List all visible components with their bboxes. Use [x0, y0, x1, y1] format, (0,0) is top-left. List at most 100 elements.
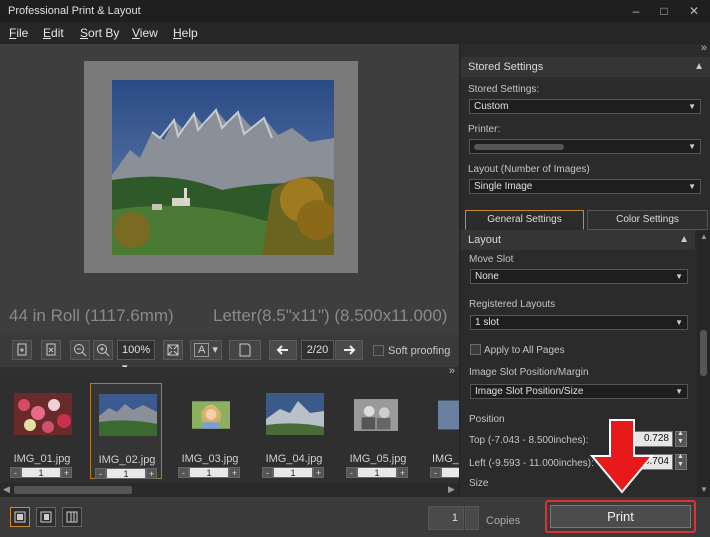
thumbnail-name: IMG_03.jpg	[181, 453, 239, 465]
count-value[interactable]: 1	[273, 467, 313, 478]
split-view-icon	[40, 511, 52, 523]
stored-settings-dropdown[interactable]: Custom ▼	[469, 99, 701, 114]
scrollbar-thumb[interactable]	[700, 330, 707, 376]
decrement-button[interactable]: -	[95, 468, 106, 479]
thumbnail-name: IMG_0	[432, 453, 459, 465]
menu-bar: File Edit Sort By View Help	[0, 22, 710, 44]
settings-panel: » Stored Settings ▲ Stored Settings: Cust…	[459, 42, 710, 497]
decrement-button[interactable]: -	[10, 467, 21, 478]
maximize-button[interactable]: □	[656, 3, 672, 19]
count-value[interactable]: 1	[441, 467, 459, 478]
minimize-button[interactable]: –	[628, 3, 644, 19]
move-slot-dropdown[interactable]: None ▼	[470, 269, 688, 284]
menu-help[interactable]: Help	[173, 26, 198, 40]
layout-section-header[interactable]: Layout ▲	[461, 230, 695, 250]
thumbnail-item[interactable]: IMG_04.jpg - 1 +	[258, 383, 330, 479]
copy-counter: - 1	[430, 467, 459, 478]
printer-dropdown[interactable]: ▼	[469, 139, 701, 154]
delete-page-icon[interactable]	[41, 340, 61, 360]
print-button-highlight: Print	[545, 500, 696, 533]
split-view-button[interactable]	[36, 507, 56, 527]
thumbnail-item-selected[interactable]: IMG_02.jpg - 1 +	[90, 383, 162, 479]
zoom-in-icon[interactable]	[93, 340, 113, 360]
thumbnail-strip-header: »	[0, 365, 459, 379]
stored-settings-header[interactable]: Stored Settings ▲	[461, 57, 710, 77]
menu-view[interactable]: View	[132, 26, 158, 40]
print-button[interactable]: Print	[550, 505, 691, 528]
text-tool-dropdown[interactable]: A ▾	[190, 340, 222, 360]
settings-scrollbar[interactable]: ▲ ▼	[697, 230, 710, 497]
collapse-chevron-icon[interactable]: »	[449, 365, 455, 377]
increment-button[interactable]: +	[313, 467, 324, 478]
thumbnail-name: IMG_02.jpg	[98, 454, 156, 466]
scroll-up-icon[interactable]: ▲	[700, 232, 708, 241]
thumbnail-name: IMG_04.jpg	[265, 453, 323, 465]
preview-photo[interactable]	[112, 80, 334, 255]
next-page-button[interactable]	[335, 340, 363, 360]
count-value[interactable]: 1	[189, 467, 229, 478]
dropdown-arrow-icon: ▼	[675, 318, 683, 327]
expand-panel-icon[interactable]: »	[701, 42, 707, 54]
decrement-button[interactable]: -	[262, 467, 273, 478]
settings-tabs: General Settings Color Settings	[460, 208, 710, 230]
fit-to-window-icon[interactable]	[163, 340, 183, 360]
increment-button[interactable]: +	[397, 467, 408, 478]
stored-settings-label: Stored Settings:	[468, 84, 540, 95]
decrement-button[interactable]: -	[346, 467, 357, 478]
collapse-up-icon[interactable]: ▲	[694, 57, 704, 77]
image-slot-dropdown[interactable]: Image Slot Position/Size ▼	[470, 384, 688, 399]
thumbnail-item[interactable]: IMG_03.jpg - 1 +	[174, 383, 246, 479]
registered-layouts-dropdown[interactable]: 1 slot ▼	[470, 315, 688, 330]
thumbnail-item[interactable]: IMG_0 - 1	[426, 383, 459, 479]
increment-button[interactable]: +	[146, 468, 157, 479]
count-value[interactable]: 1	[21, 467, 61, 478]
scroll-left-icon[interactable]: ◀	[3, 484, 10, 495]
zoom-level-dropdown[interactable]: 100% ▾	[117, 340, 155, 374]
layout-count-dropdown[interactable]: Single Image ▼	[469, 179, 701, 194]
scroll-down-icon[interactable]: ▼	[700, 485, 708, 494]
scroll-right-icon[interactable]: ▶	[448, 484, 455, 495]
preview-toolbar: 100% ▾ A ▾ 2/20 Soft proofing	[0, 335, 459, 374]
thumbnail-item[interactable]: IMG_05.jpg - 1 +	[342, 383, 414, 479]
print-preview-area: 44 in Roll (1117.6mm) Letter(8.5"x11") (…	[0, 44, 459, 335]
page-setup-dropdown[interactable]	[229, 340, 261, 360]
scrollbar-thumb[interactable]	[14, 486, 132, 494]
move-slot-label: Move Slot	[469, 254, 514, 265]
tab-color-settings[interactable]: Color Settings	[587, 210, 708, 230]
soft-proofing-checkbox[interactable]	[373, 345, 384, 356]
menu-file[interactable]: File	[9, 26, 28, 40]
copies-input[interactable]: 1	[428, 506, 464, 530]
top-position-stepper[interactable]	[675, 430, 687, 447]
single-view-icon	[14, 511, 26, 523]
add-page-icon[interactable]	[12, 340, 32, 360]
page-indicator[interactable]: 2/20	[301, 340, 334, 360]
apply-all-pages-checkbox[interactable]	[470, 344, 481, 355]
decrement-button[interactable]: -	[430, 467, 441, 478]
dropdown-arrow-icon: ▼	[688, 102, 696, 111]
size-label: Size	[469, 478, 489, 489]
menu-edit[interactable]: Edit	[43, 26, 64, 40]
layout-count-label: Layout (Number of Images)	[468, 164, 590, 175]
collapse-up-icon[interactable]: ▲	[679, 230, 689, 250]
previous-page-button[interactable]	[269, 340, 297, 360]
thumbnail-scrollbar[interactable]: ◀ ▶	[0, 483, 459, 497]
increment-button[interactable]: +	[229, 467, 240, 478]
copy-counter: - 1 +	[95, 468, 157, 479]
title-bar: Professional Print & Layout – □ ✕	[0, 0, 710, 22]
copies-stepper[interactable]	[465, 506, 479, 530]
thumbnail-item[interactable]: IMG_01.jpg - 1 +	[6, 383, 78, 479]
text-tool-icon: A	[194, 343, 210, 357]
tab-general-settings[interactable]: General Settings	[465, 210, 584, 230]
paper-size-label: Letter(8.5"x11") (8.500x11.000)	[213, 306, 448, 325]
count-value[interactable]: 1	[357, 467, 397, 478]
menu-sort-by[interactable]: Sort By	[80, 26, 119, 40]
single-view-button[interactable]	[10, 507, 30, 527]
copy-counter: - 1 +	[346, 467, 408, 478]
increment-button[interactable]: +	[61, 467, 72, 478]
close-button[interactable]: ✕	[686, 3, 702, 19]
triple-view-button[interactable]	[62, 507, 82, 527]
zoom-out-icon[interactable]	[70, 340, 90, 360]
left-position-stepper[interactable]	[675, 453, 687, 470]
decrement-button[interactable]: -	[178, 467, 189, 478]
count-value[interactable]: 1	[106, 468, 146, 479]
